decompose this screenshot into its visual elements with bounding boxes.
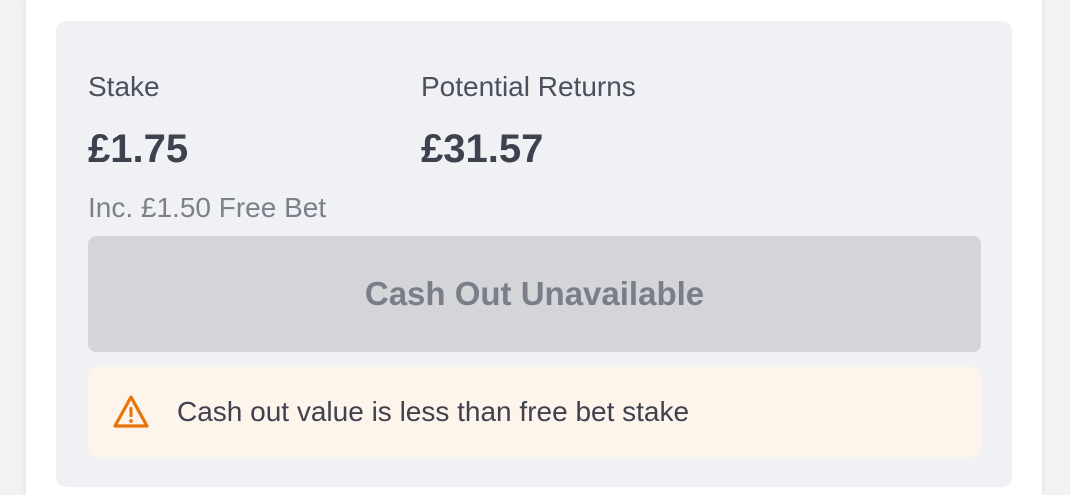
free-bet-note: Inc. £1.50 Free Bet — [88, 192, 327, 223]
bet-summary-panel: Stake £1.75 Inc. £1.50 Free Bet Potentia… — [56, 21, 1012, 487]
warning-triangle-icon — [112, 393, 150, 431]
cash-out-button-label: Cash Out Unavailable — [364, 275, 705, 312]
stake-section: Stake £1.75 Inc. £1.50 Free Bet — [88, 73, 326, 222]
potential-returns-amount: £31.57 — [421, 127, 544, 171]
potential-returns-section: Potential Returns £31.57 — [421, 71, 636, 171]
potential-returns-label: Potential Returns — [421, 71, 636, 102]
stake-label: Stake — [88, 71, 160, 102]
cash-out-button[interactable]: Cash Out Unavailable — [88, 236, 981, 352]
stake-amount: £1.75 — [88, 127, 189, 171]
warning-message: Cash out value is less than free bet sta… — [177, 396, 690, 427]
cash-out-warning: Cash out value is less than free bet sta… — [88, 367, 981, 457]
